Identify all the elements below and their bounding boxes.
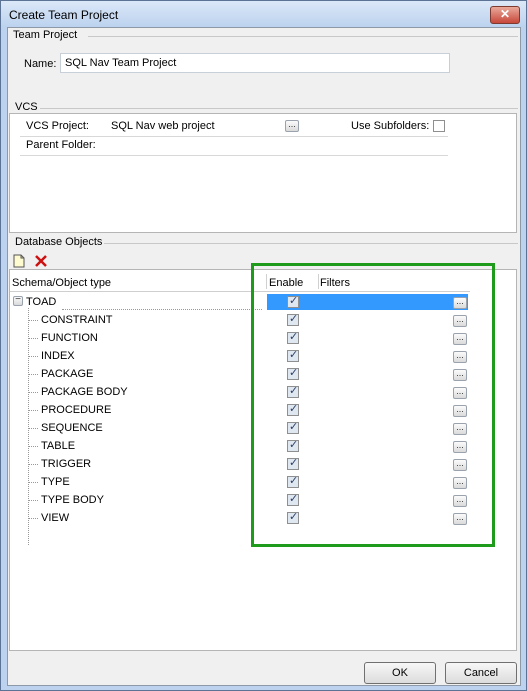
name-input[interactable]: SQL Nav Team Project [60,53,450,73]
use-subfolders-label: Use Subfolders: [351,120,430,132]
tree-connector [28,392,38,393]
title-bar[interactable]: Create Team Project ✕ [1,1,526,27]
close-button[interactable]: ✕ [490,6,520,24]
tree-root-label[interactable]: TOAD [26,296,56,308]
divider [40,108,518,109]
divider [20,155,448,156]
vcs-panel: VCS Project: SQL Nav web project ... Use… [9,113,517,233]
name-label: Name: [24,58,57,70]
tree-item-label[interactable]: SEQUENCE [41,422,103,434]
parent-folder-label: Parent Folder: [26,139,96,151]
divider [88,36,518,37]
divider [20,136,448,137]
new-document-icon[interactable] [12,254,26,268]
selection-outline [62,309,262,310]
tree-item-label[interactable]: TRIGGER [41,458,91,470]
tree-connector [28,320,38,321]
delete-icon[interactable] [34,254,48,268]
tree-item-label[interactable]: FUNCTION [41,332,98,344]
tree-connector [28,356,38,357]
tree-connector [28,428,38,429]
tree-item-label[interactable]: PACKAGE BODY [41,386,128,398]
tree-connector [28,500,38,501]
use-subfolders-checkbox[interactable] [433,120,445,132]
tree-item-label[interactable]: INDEX [41,350,75,362]
vcs-project-label: VCS Project: [26,120,89,132]
team-project-heading: Team Project [13,29,78,41]
tree-connector [28,464,38,465]
column-header-schema[interactable]: Schema/Object type [12,277,111,289]
tree-item-label[interactable]: TYPE BODY [41,494,104,506]
tree-connector [28,308,29,545]
divider [104,243,518,244]
tree-item-label[interactable]: PACKAGE [41,368,93,380]
annotation-highlight-frame [251,263,495,547]
tree-connector [28,338,38,339]
ok-button[interactable]: OK [364,662,436,684]
tree-item-label[interactable]: TYPE [41,476,70,488]
tree-connector [28,482,38,483]
cancel-button[interactable]: Cancel [445,662,517,684]
tree-connector [28,374,38,375]
tree-item-label[interactable]: VIEW [41,512,69,524]
vcs-project-browse-button[interactable]: ... [285,120,299,132]
tree-connector [28,446,38,447]
tree-item-label[interactable]: PROCEDURE [41,404,111,416]
tree-connector [28,518,38,519]
tree-item-label[interactable]: CONSTRAINT [41,314,113,326]
tree-item-label[interactable]: TABLE [41,440,75,452]
dialog-window: Create Team Project ✕ Team Project Name:… [0,0,527,691]
vcs-project-value: SQL Nav web project [111,120,215,132]
vcs-heading: VCS [15,101,38,113]
collapse-toggle[interactable]: − [13,295,23,306]
tree-connector [28,410,38,411]
database-objects-heading: Database Objects [15,236,103,248]
window-title: Create Team Project [9,8,119,22]
